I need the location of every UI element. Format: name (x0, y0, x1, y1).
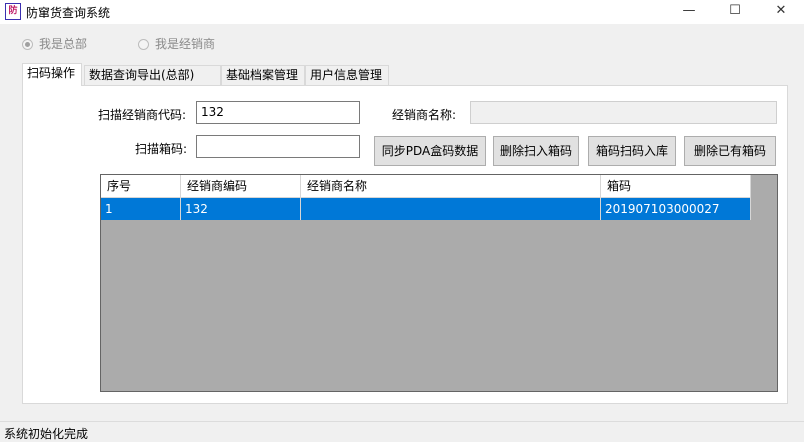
window-title: 防窜货查询系统 (26, 6, 111, 20)
tab-user-info[interactable]: 用户信息管理 (305, 65, 389, 85)
sync-pda-button[interactable]: 同步PDA盒码数据 (374, 136, 486, 166)
radio-hq[interactable]: 我是总部 (22, 35, 87, 52)
column-header-box-code[interactable]: 箱码 (601, 175, 751, 198)
radio-circle-icon (138, 39, 149, 50)
radio-dealer-label: 我是经销商 (155, 37, 216, 51)
table-cell-dealer-name[interactable] (301, 198, 601, 220)
app-icon: 防 (5, 3, 21, 20)
dealer-code-label: 扫描经销商代码: (98, 108, 187, 122)
dealer-code-input[interactable]: 132 (196, 101, 360, 124)
status-bar: 系统初始化完成 (0, 421, 804, 441)
delete-scanned-button[interactable]: 删除扫入箱码 (493, 136, 579, 166)
dealer-name-label: 经销商名称: (392, 108, 457, 122)
column-header-seq[interactable]: 序号 (101, 175, 181, 198)
delete-existing-button[interactable]: 删除已有箱码 (684, 136, 776, 166)
close-button[interactable]: ✕ (758, 0, 804, 24)
dealer-name-field (470, 101, 777, 124)
tab-archive[interactable]: 基础档案管理 (221, 65, 305, 85)
box-scan-in-button[interactable]: 箱码扫码入库 (588, 136, 676, 166)
table-cell-dealer-code[interactable]: 132 (181, 198, 301, 220)
status-text: 系统初始化完成 (4, 427, 89, 441)
tab-scan[interactable]: 扫码操作 (22, 63, 82, 86)
data-grid[interactable]: 序号 经销商编码 经销商名称 箱码 1 132 201907103000027 (100, 174, 778, 392)
tab-data-export[interactable]: 数据查询导出(总部) (84, 65, 221, 85)
table-cell-seq[interactable]: 1 (101, 198, 181, 220)
minimize-button[interactable]: — (666, 0, 712, 24)
title-bar: 防 防窜货查询系统 — ☐ ✕ (0, 0, 804, 24)
box-code-label: 扫描箱码: (135, 142, 188, 156)
radio-dealer[interactable]: 我是经销商 (138, 35, 215, 52)
radio-circle-icon (22, 39, 33, 50)
column-header-dealer-code[interactable]: 经销商编码 (181, 175, 301, 198)
radio-hq-label: 我是总部 (39, 37, 88, 51)
box-code-input[interactable] (196, 135, 360, 158)
maximize-button[interactable]: ☐ (712, 0, 758, 24)
column-header-dealer-name[interactable]: 经销商名称 (301, 175, 601, 198)
table-cell-box-code[interactable]: 201907103000027 (601, 198, 751, 220)
